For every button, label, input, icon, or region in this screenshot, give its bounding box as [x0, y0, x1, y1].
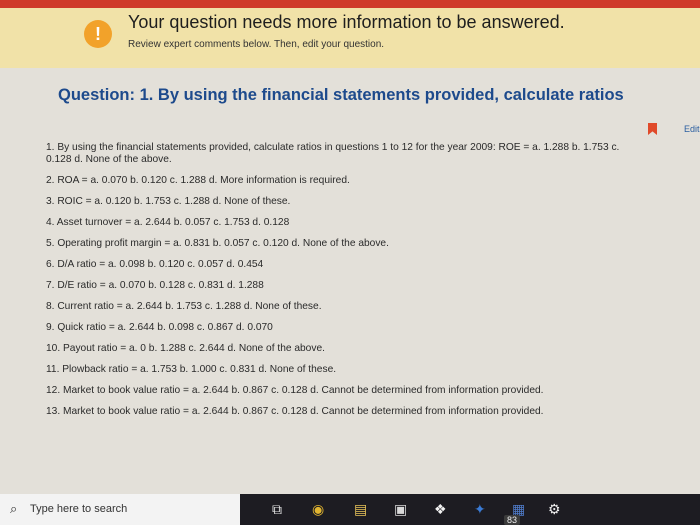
- question-title: Question: 1. By using the financial stat…: [58, 86, 624, 104]
- list-item: 6. D/A ratio = a. 0.098 b. 0.120 c. 0.05…: [46, 259, 264, 270]
- question-list: 1. By using the financial statements pro…: [46, 142, 646, 427]
- list-item: 5. Operating profit margin = a. 0.831 b.…: [46, 238, 389, 249]
- bookmark-icon[interactable]: [648, 123, 657, 135]
- banner-title: Your question needs more information to …: [128, 12, 565, 32]
- list-item: 2. ROA = a. 0.070 b. 0.120 c. 1.288 d. M…: [46, 175, 350, 186]
- taskbar-search-box[interactable]: ⌕ Type here to search: [0, 494, 240, 525]
- search-input[interactable]: Type here to search: [30, 503, 127, 515]
- list-item: 9. Quick ratio = a. 2.644 b. 0.098 c. 0.…: [46, 322, 273, 333]
- list-item: 10. Payout ratio = a. 0 b. 1.288 c. 2.64…: [46, 343, 325, 354]
- top-accent-bar: [0, 0, 700, 8]
- dropbox-icon[interactable]: ❖: [434, 501, 447, 518]
- banner-subtitle: Review expert comments below. Then, edit…: [128, 39, 385, 50]
- list-item: 11. Plowback ratio = a. 1.753 b. 1.000 c…: [46, 364, 337, 375]
- network-icon[interactable]: ✦: [474, 501, 486, 518]
- list-item: 1. By using the financial statements pro…: [46, 142, 620, 165]
- notification-badge: 83: [504, 515, 521, 525]
- list-item: 8. Current ratio = a. 2.644 b. 1.753 c. …: [46, 301, 322, 312]
- list-item: 13. Market to book value ratio = a. 2.64…: [46, 406, 544, 417]
- exclamation-icon: !: [84, 20, 112, 48]
- chrome-icon[interactable]: ◉: [312, 501, 324, 518]
- file-explorer-icon[interactable]: ▤: [354, 501, 367, 518]
- settings-icon[interactable]: ⚙: [548, 501, 561, 518]
- notice-banner: ! Your question needs more information t…: [0, 8, 700, 68]
- list-item: 12. Market to book value ratio = a. 2.64…: [46, 385, 544, 396]
- list-item: 4. Asset turnover = a. 2.644 b. 0.057 c.…: [46, 217, 290, 228]
- task-view-icon[interactable]: ⧉: [272, 501, 282, 518]
- list-item: 3. ROIC = a. 0.120 b. 1.753 c. 1.288 d. …: [46, 196, 291, 207]
- taskbar: ⌕ Type here to search ⧉ ◉ ▤ ▣ ❖ ✦ ▦ ⚙: [0, 494, 700, 525]
- list-item: 7. D/E ratio = a. 0.070 b. 0.128 c. 0.83…: [46, 280, 264, 291]
- edit-link[interactable]: Edit: [684, 124, 700, 134]
- search-icon: ⌕: [10, 501, 18, 516]
- store-icon[interactable]: ▣: [394, 501, 407, 518]
